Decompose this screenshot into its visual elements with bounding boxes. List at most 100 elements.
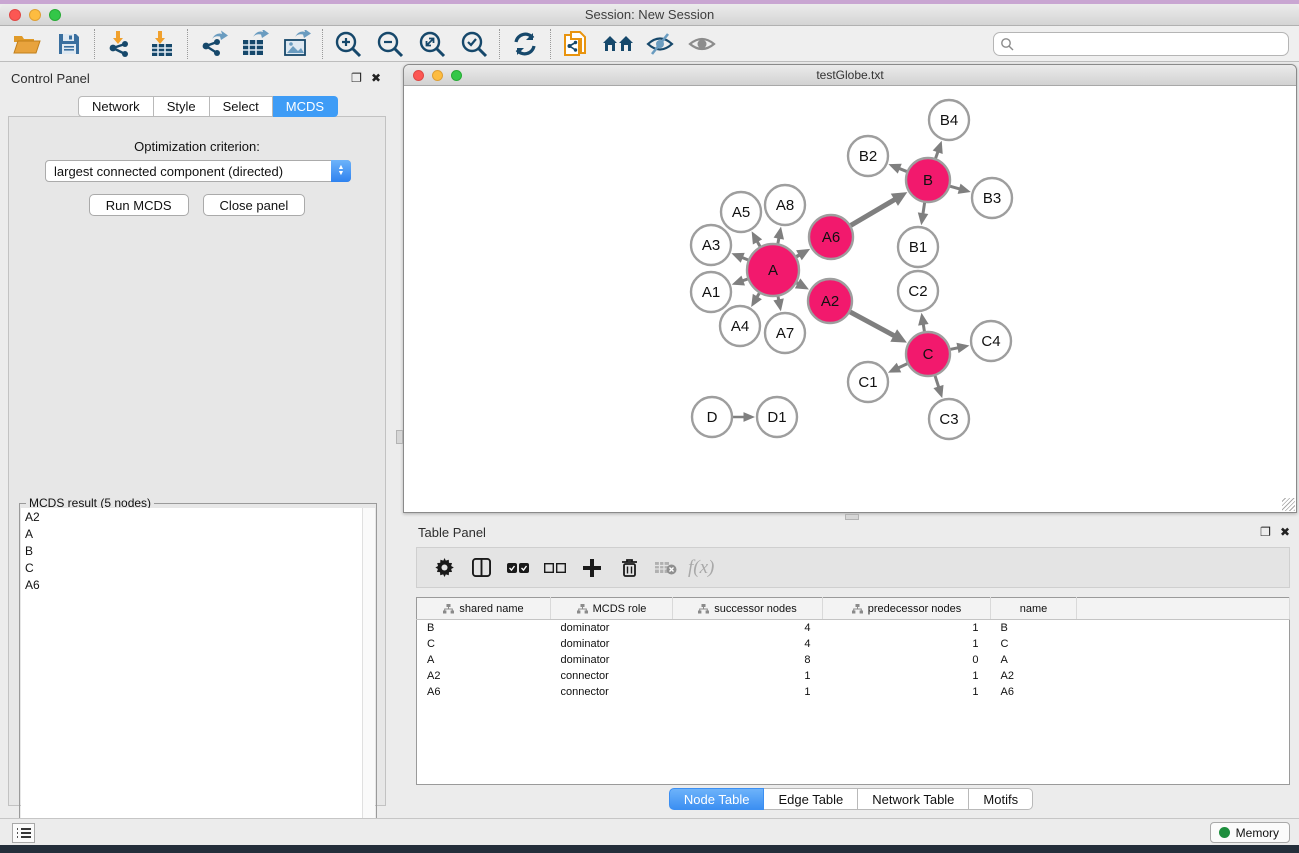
graph-node-A1[interactable]: A1 bbox=[691, 272, 731, 312]
window-resize-grip[interactable] bbox=[1282, 498, 1295, 511]
tab-network-table[interactable]: Network Table bbox=[858, 788, 969, 810]
close-panel-icon[interactable]: ✖ bbox=[371, 71, 381, 85]
table-row[interactable]: A6connector11A6 bbox=[417, 684, 1290, 700]
import-table-button[interactable] bbox=[141, 28, 183, 60]
list-item[interactable]: C bbox=[21, 559, 375, 576]
hide-selected-button[interactable] bbox=[639, 28, 681, 60]
table-row[interactable]: A2connector11A2 bbox=[417, 668, 1290, 684]
export-network-button[interactable] bbox=[192, 28, 234, 60]
graph-node-D1[interactable]: D1 bbox=[757, 397, 797, 437]
graph-node-C[interactable]: C bbox=[906, 332, 950, 376]
hierarchy-icon bbox=[577, 604, 588, 614]
column-header-shared-name[interactable]: shared name bbox=[417, 598, 551, 620]
zoom-in-button[interactable] bbox=[327, 28, 369, 60]
column-header-successor-nodes[interactable]: successor nodes bbox=[673, 598, 823, 620]
memory-button[interactable]: Memory bbox=[1210, 822, 1290, 843]
vertical-split-handle[interactable] bbox=[396, 430, 403, 444]
graph-edge-B-B1[interactable] bbox=[918, 200, 928, 225]
folder-open-icon bbox=[13, 32, 41, 56]
show-all-button[interactable] bbox=[681, 28, 723, 60]
graph-node-A3[interactable]: A3 bbox=[691, 225, 731, 265]
deselect-all-columns-button[interactable] bbox=[540, 553, 570, 583]
mcds-result-list[interactable]: A2 A B C A6 bbox=[21, 508, 375, 845]
graph-node-A8[interactable]: A8 bbox=[765, 185, 805, 225]
tab-motifs[interactable]: Motifs bbox=[969, 788, 1033, 810]
table-row[interactable]: Adominator80A bbox=[417, 652, 1290, 668]
task-history-button[interactable] bbox=[12, 823, 35, 843]
float-panel-icon[interactable]: ❐ bbox=[1260, 525, 1271, 539]
zoom-out-button[interactable] bbox=[369, 28, 411, 60]
list-item[interactable]: A bbox=[21, 525, 375, 542]
list-item[interactable]: A2 bbox=[21, 508, 375, 525]
graph-node-C4[interactable]: C4 bbox=[971, 321, 1011, 361]
add-column-button[interactable] bbox=[577, 553, 607, 583]
column-header-predecessor-nodes[interactable]: predecessor nodes bbox=[823, 598, 991, 620]
graph-node-D[interactable]: D bbox=[692, 397, 732, 437]
graph-node-A6[interactable]: A6 bbox=[809, 215, 853, 259]
graph-node-B4[interactable]: B4 bbox=[929, 100, 969, 140]
graph-edge-C-C1[interactable] bbox=[888, 362, 910, 372]
graph-edge-D-D1[interactable] bbox=[730, 412, 755, 422]
graph-node-C2[interactable]: C2 bbox=[898, 271, 938, 311]
column-header-name[interactable]: name bbox=[991, 598, 1077, 620]
tab-mcds[interactable]: MCDS bbox=[273, 96, 338, 117]
graph-node-C1[interactable]: C1 bbox=[848, 362, 888, 402]
graph-edge-A2-C[interactable] bbox=[848, 311, 907, 343]
home-button[interactable] bbox=[597, 28, 639, 60]
duplicate-network-button[interactable] bbox=[555, 28, 597, 60]
graph-node-A7[interactable]: A7 bbox=[765, 313, 805, 353]
svg-text:C3: C3 bbox=[939, 411, 958, 428]
close-panel-button[interactable]: Close panel bbox=[203, 194, 306, 216]
graph-node-A2[interactable]: A2 bbox=[808, 279, 852, 323]
search-input[interactable] bbox=[1014, 34, 1288, 54]
zoom-selected-button[interactable] bbox=[453, 28, 495, 60]
table-row[interactable]: Bdominator41B bbox=[417, 620, 1290, 636]
select-all-columns-button[interactable] bbox=[503, 553, 533, 583]
graph-node-A5[interactable]: A5 bbox=[721, 192, 761, 232]
list-item[interactable]: B bbox=[21, 542, 375, 559]
svg-text:A4: A4 bbox=[731, 318, 749, 335]
optimization-criterion-label: Optimization criterion: bbox=[9, 139, 385, 154]
tab-edge-table[interactable]: Edge Table bbox=[764, 788, 858, 810]
delete-column-button[interactable] bbox=[614, 553, 644, 583]
table-settings-button[interactable] bbox=[429, 553, 459, 583]
column-header-mcds-role[interactable]: MCDS role bbox=[551, 598, 673, 620]
float-panel-icon[interactable]: ❐ bbox=[351, 71, 362, 85]
tab-network[interactable]: Network bbox=[78, 96, 154, 117]
tab-style[interactable]: Style bbox=[154, 96, 210, 117]
export-table-button[interactable] bbox=[234, 28, 276, 60]
search-field[interactable] bbox=[993, 32, 1289, 56]
list-item[interactable]: A6 bbox=[21, 576, 375, 593]
tab-node-table[interactable]: Node Table bbox=[669, 788, 765, 810]
save-session-button[interactable] bbox=[48, 28, 90, 60]
delete-table-button[interactable] bbox=[651, 553, 681, 583]
graph-node-B1[interactable]: B1 bbox=[898, 227, 938, 267]
graph-node-B[interactable]: B bbox=[906, 158, 950, 202]
graph-edge-A6-B[interactable] bbox=[848, 192, 907, 227]
import-network-button[interactable] bbox=[99, 28, 141, 60]
graph-edge-C-C3[interactable] bbox=[933, 373, 943, 398]
graph-node-A[interactable]: A bbox=[747, 244, 799, 296]
zoom-fit-button[interactable] bbox=[411, 28, 453, 60]
network-window-titlebar[interactable]: testGlobe.txt bbox=[404, 65, 1296, 86]
mcds-panel-body: Optimization criterion: largest connecte… bbox=[8, 116, 386, 806]
table-row[interactable]: Cdominator41C bbox=[417, 636, 1290, 652]
graph-node-B2[interactable]: B2 bbox=[848, 136, 888, 176]
criterion-dropdown[interactable]: largest connected component (directed) ▲… bbox=[45, 160, 351, 182]
graph-node-C3[interactable]: C3 bbox=[929, 399, 969, 439]
run-mcds-button[interactable]: Run MCDS bbox=[89, 194, 189, 216]
graph-edge-B-B3[interactable] bbox=[947, 184, 971, 194]
network-canvas[interactable]: AA6 A2 B C A5A8 A3 A1A4 A7 B2 B4B3 B1 C2 C4 C1 C3 D D1 bbox=[404, 86, 1296, 512]
result-list-scrollbar[interactable] bbox=[362, 508, 375, 845]
graph-node-B3[interactable]: B3 bbox=[972, 178, 1012, 218]
refresh-button[interactable] bbox=[504, 28, 546, 60]
tab-select[interactable]: Select bbox=[210, 96, 273, 117]
svg-text:B1: B1 bbox=[909, 239, 927, 256]
export-image-button[interactable] bbox=[276, 28, 318, 60]
graph-node-A4[interactable]: A4 bbox=[720, 306, 760, 346]
network-graph[interactable]: AA6 A2 B C A5A8 A3 A1A4 A7 B2 B4B3 B1 C2 C4 C1 C3 D D1 bbox=[404, 86, 1296, 512]
function-builder-button[interactable]: f(x) bbox=[688, 557, 714, 579]
close-panel-icon[interactable]: ✖ bbox=[1280, 525, 1290, 539]
column-layout-button[interactable] bbox=[466, 553, 496, 583]
open-session-button[interactable] bbox=[6, 28, 48, 60]
